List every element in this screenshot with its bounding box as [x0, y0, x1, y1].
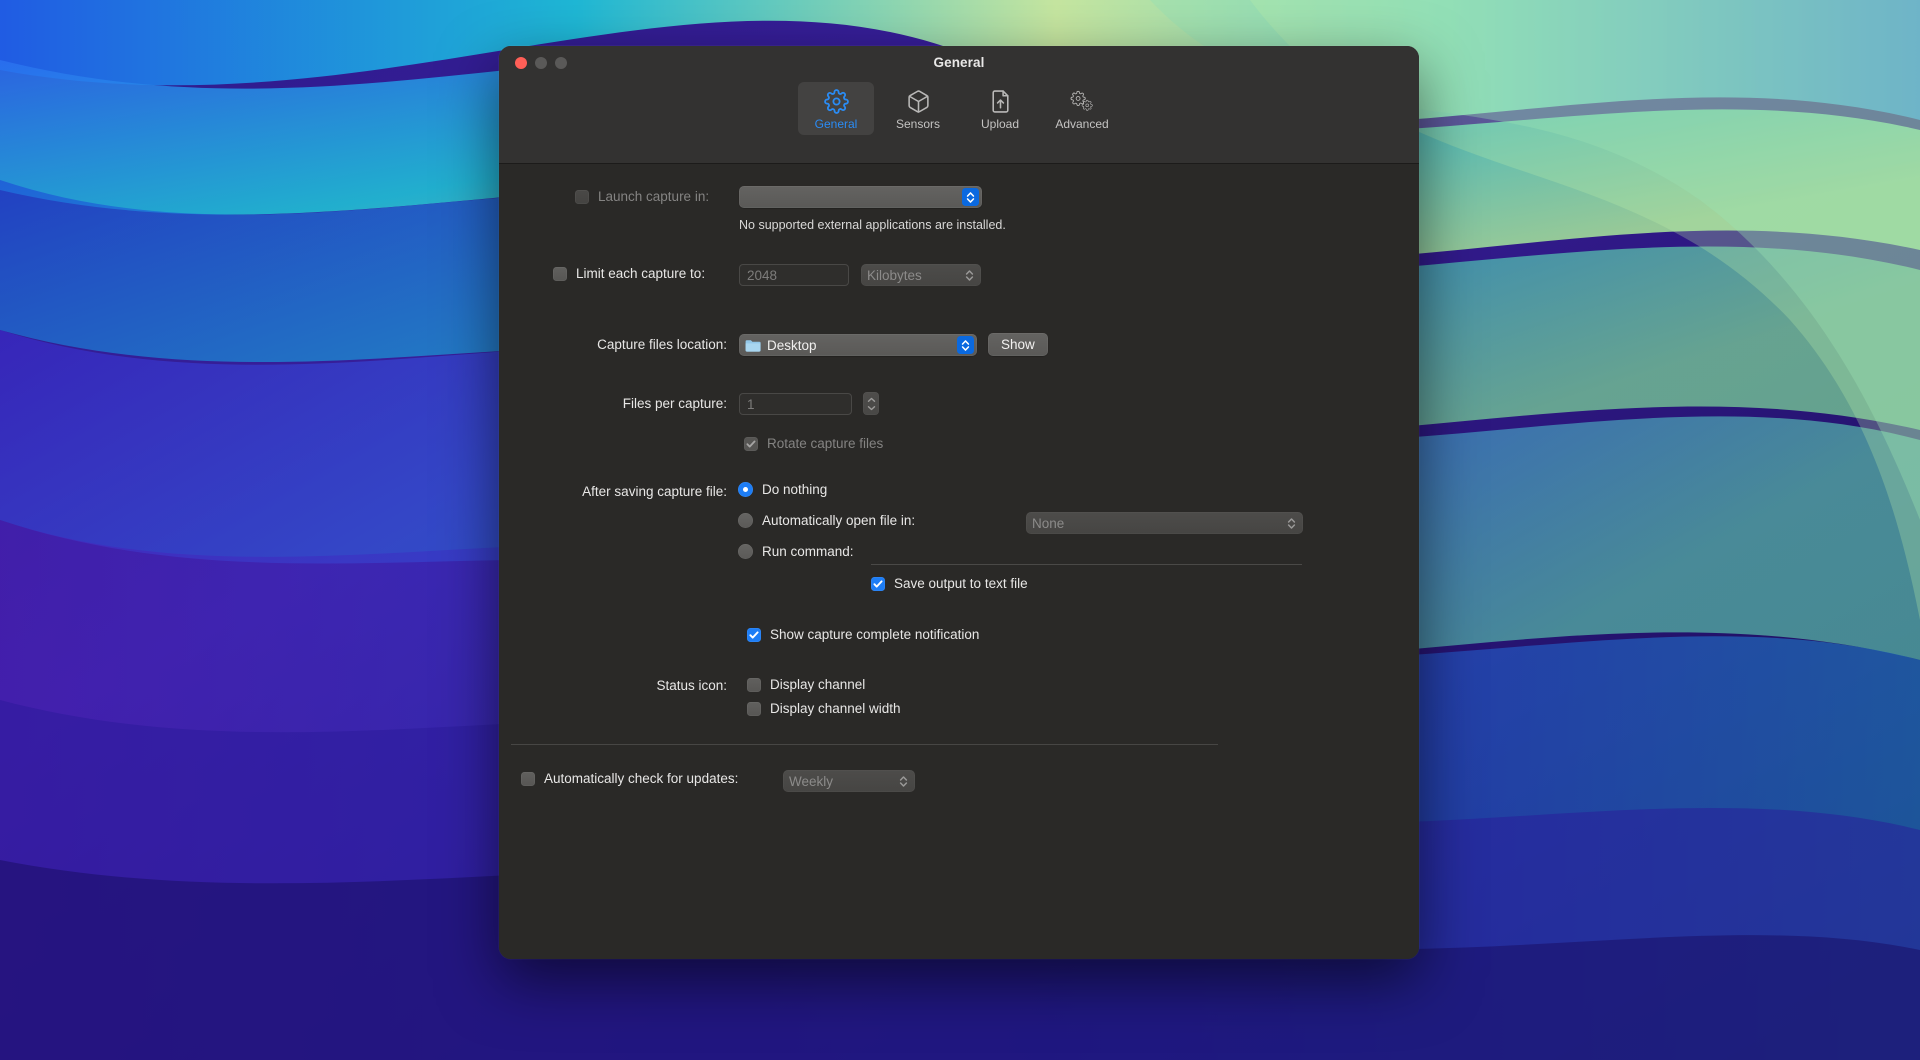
limit-capture-checkbox[interactable] — [553, 267, 567, 281]
after-saving-option-open-file[interactable]: Automatically open file in: — [738, 513, 915, 528]
auto-update-checkbox[interactable] — [521, 772, 535, 786]
rotate-capture-label: Rotate capture files — [767, 436, 883, 451]
launch-capture-helper-text: No supported external applications are i… — [739, 218, 1006, 232]
stepper-up-icon — [867, 397, 876, 403]
auto-update-frequency-dropdown[interactable]: Weekly — [783, 770, 915, 792]
tab-upload[interactable]: Upload — [962, 82, 1038, 135]
files-per-capture-stepper[interactable] — [863, 392, 879, 415]
save-output-row[interactable]: Save output to text file — [871, 576, 1028, 591]
limit-capture-value-field[interactable]: 2048 — [739, 264, 849, 286]
auto-update-row: Automatically check for updates: — [521, 771, 738, 786]
rotate-capture-checkbox[interactable] — [744, 437, 758, 451]
tab-advanced-label: Advanced — [1055, 118, 1108, 130]
chevron-up-down-icon — [962, 188, 979, 206]
after-saving-option-do-nothing[interactable]: Do nothing — [738, 482, 827, 497]
show-notification-checkbox[interactable] — [747, 628, 761, 642]
capture-location-dropdown[interactable]: Desktop — [739, 334, 977, 356]
chevron-up-down-icon — [961, 266, 978, 284]
preferences-window: General General — [499, 46, 1419, 959]
auto-open-radio[interactable] — [738, 513, 753, 528]
display-channel-width-row[interactable]: Display channel width — [747, 701, 901, 716]
show-button-label: Show — [1001, 337, 1035, 352]
do-nothing-radio[interactable] — [738, 482, 753, 497]
files-per-capture-value: 1 — [747, 397, 755, 412]
files-per-capture-label: Files per capture: — [499, 396, 727, 411]
chevron-up-down-icon — [957, 336, 974, 354]
chevron-up-down-icon — [895, 772, 912, 790]
show-notification-row[interactable]: Show capture complete notification — [747, 627, 979, 642]
show-capture-location-button[interactable]: Show — [988, 333, 1048, 356]
chevron-up-down-icon — [1283, 514, 1300, 532]
auto-open-label: Automatically open file in: — [762, 513, 915, 528]
checkmark-icon — [748, 629, 760, 641]
tab-advanced[interactable]: Advanced — [1044, 82, 1120, 135]
launch-capture-checkbox[interactable] — [575, 190, 589, 204]
auto-open-app-dropdown[interactable]: None — [1026, 512, 1303, 534]
limit-capture-row: Limit each capture to: — [553, 266, 705, 281]
limit-capture-unit-dropdown[interactable]: Kilobytes — [861, 264, 981, 286]
window-titlebar: General General — [499, 46, 1419, 164]
limit-capture-value: 2048 — [747, 268, 777, 283]
section-divider — [511, 744, 1218, 745]
capture-location-value: Desktop — [767, 338, 817, 353]
tab-general[interactable]: General — [798, 82, 874, 135]
files-per-capture-field[interactable]: 1 — [739, 393, 852, 415]
run-command-label: Run command: — [762, 544, 854, 559]
stepper-down-icon — [867, 405, 876, 411]
display-channel-width-label: Display channel width — [770, 701, 901, 716]
capture-location-label: Capture files location: — [499, 337, 727, 352]
limit-capture-label: Limit each capture to: — [576, 266, 705, 281]
desktop: General General — [0, 0, 1920, 1060]
do-nothing-label: Do nothing — [762, 482, 827, 497]
checkmark-icon — [745, 438, 757, 450]
auto-open-app-value: None — [1032, 516, 1064, 531]
save-output-checkbox[interactable] — [871, 577, 885, 591]
run-command-input[interactable] — [871, 544, 1302, 565]
launch-capture-row: Launch capture in: — [575, 189, 709, 204]
toolbar-tabs: General Sensors — [499, 82, 1419, 135]
show-notification-label: Show capture complete notification — [770, 627, 979, 642]
cube-icon — [906, 88, 931, 115]
display-channel-width-checkbox[interactable] — [747, 702, 761, 716]
tab-general-label: General — [815, 118, 858, 130]
limit-capture-unit-value: Kilobytes — [867, 268, 922, 283]
display-channel-checkbox[interactable] — [747, 678, 761, 692]
window-title: General — [499, 55, 1419, 70]
after-saving-label: After saving capture file: — [499, 484, 727, 499]
gear-icon — [824, 88, 849, 115]
after-saving-option-run-command[interactable]: Run command: — [738, 544, 854, 559]
save-output-label: Save output to text file — [894, 576, 1028, 591]
launch-capture-dropdown[interactable] — [739, 186, 982, 208]
checkmark-icon — [872, 578, 884, 590]
upload-file-icon — [988, 88, 1013, 115]
run-command-radio[interactable] — [738, 544, 753, 559]
tab-sensors[interactable]: Sensors — [880, 82, 956, 135]
auto-update-label: Automatically check for updates: — [544, 771, 738, 786]
launch-capture-label: Launch capture in: — [598, 189, 709, 204]
rotate-capture-row: Rotate capture files — [744, 436, 883, 451]
folder-icon — [745, 339, 761, 352]
double-gear-icon — [1069, 88, 1096, 115]
auto-update-frequency-value: Weekly — [789, 774, 833, 789]
display-channel-label: Display channel — [770, 677, 865, 692]
display-channel-row[interactable]: Display channel — [747, 677, 865, 692]
tab-upload-label: Upload — [981, 118, 1019, 130]
general-settings-panel: Launch capture in: No supported external… — [499, 164, 1419, 959]
status-icon-label: Status icon: — [499, 678, 727, 693]
tab-sensors-label: Sensors — [896, 118, 940, 130]
